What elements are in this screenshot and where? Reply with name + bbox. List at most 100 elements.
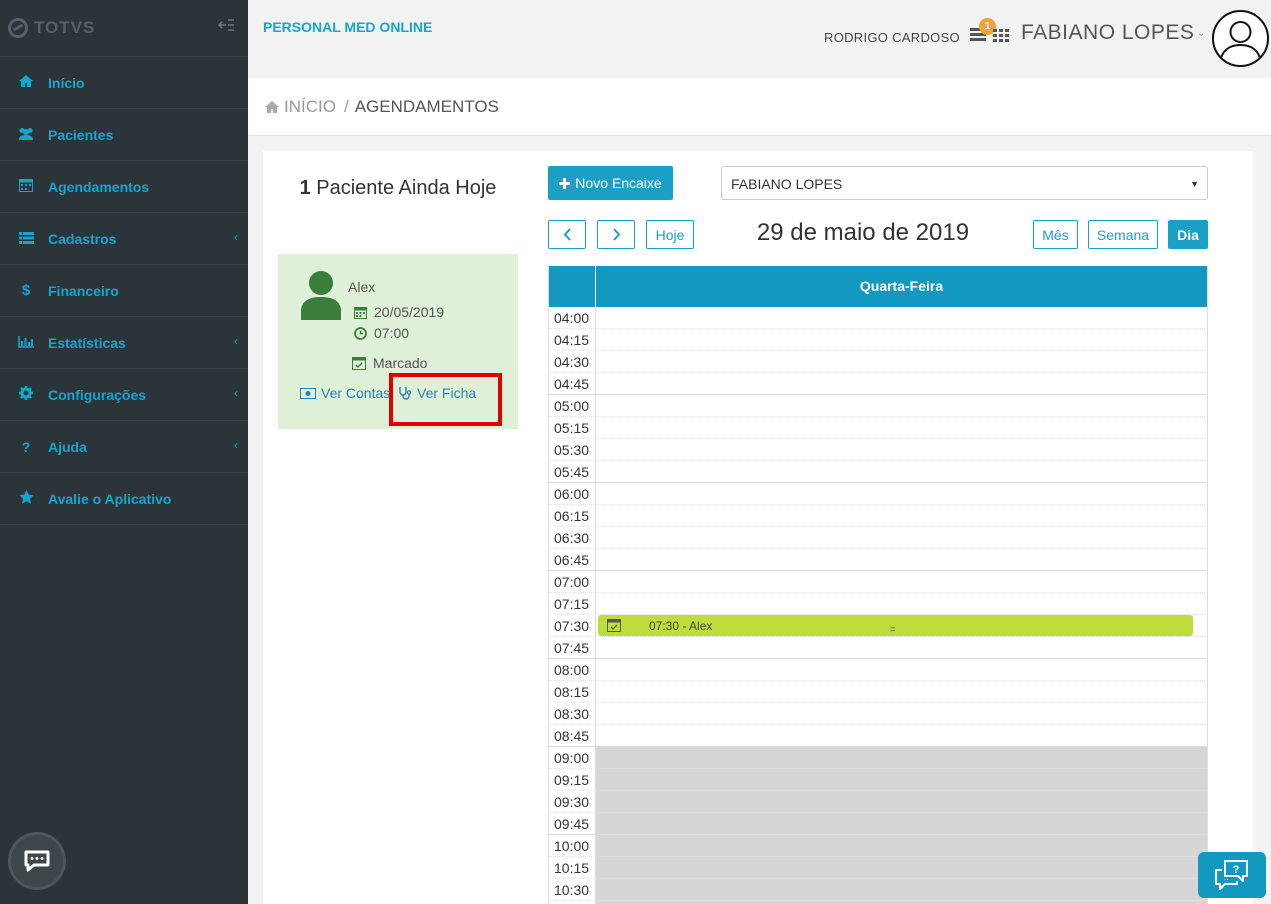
time-slot[interactable]: 05:15 — [549, 417, 1207, 439]
time-slot[interactable]: 09:00 — [549, 747, 1207, 769]
time-slot[interactable]: 05:00 — [549, 395, 1207, 417]
resize-handle[interactable]: = — [890, 624, 895, 634]
slot-cell[interactable] — [596, 329, 1207, 351]
time-slot[interactable]: 08:45 — [549, 725, 1207, 747]
help-chat-icon[interactable]: ?.. — [1198, 852, 1266, 898]
sidebar-item-pacientes[interactable]: Pacientes — [0, 109, 248, 161]
top-bar: PERSONAL MED ONLINE RODRIGO CARDOSO 1 FA… — [248, 0, 1271, 78]
avatar[interactable] — [1212, 10, 1269, 67]
time-slot[interactable]: 06:30 — [549, 527, 1207, 549]
user-menu[interactable]: FABIANO LOPES — [1021, 21, 1194, 45]
slot-cell[interactable] — [596, 307, 1207, 329]
secondary-user-name: RODRIGO CARDOSO — [824, 30, 960, 45]
time-slot[interactable]: 08:00 — [549, 659, 1207, 681]
sidebar-item-label: Cadastros — [48, 230, 117, 247]
new-fit-button[interactable]: Novo Encaixe — [548, 166, 673, 200]
chat-icon[interactable] — [8, 832, 66, 890]
question-icon: ? — [21, 438, 31, 455]
time-slot[interactable]: 09:45 — [549, 813, 1207, 835]
slot-cell[interactable] — [596, 593, 1207, 615]
time-slot[interactable]: 09:30 — [549, 791, 1207, 813]
time-slot[interactable]: 04:45 — [549, 373, 1207, 395]
time-slot[interactable]: 10:15 — [549, 857, 1207, 879]
dropdown-caret-icon: ▼ — [1190, 179, 1199, 189]
time-slot[interactable]: 10:00 — [549, 835, 1207, 857]
plus-icon — [559, 177, 571, 189]
slot-cell[interactable] — [596, 769, 1207, 791]
time-slot[interactable]: 06:15 — [549, 505, 1207, 527]
time-slot[interactable]: 07:00 — [549, 571, 1207, 593]
slot-cell[interactable] — [596, 417, 1207, 439]
view-month-button[interactable]: Mês — [1033, 220, 1078, 249]
slot-cell[interactable] — [596, 351, 1207, 373]
sidebar-item-cadastros[interactable]: Cadastros ‹ — [0, 213, 248, 265]
slot-cell[interactable] — [596, 725, 1207, 747]
chevron-left-icon: ‹ — [234, 438, 238, 452]
slot-cell[interactable] — [596, 857, 1207, 879]
slot-cell[interactable] — [596, 703, 1207, 725]
slot-cell[interactable] — [596, 879, 1207, 901]
slot-cell[interactable] — [596, 483, 1207, 505]
slot-cell[interactable] — [596, 461, 1207, 483]
sidebar-item-agendamentos[interactable]: Agendamentos — [0, 161, 248, 213]
clock-icon — [354, 326, 367, 340]
slot-cell[interactable] — [596, 395, 1207, 417]
view-accounts-link[interactable]: Ver Contas — [300, 385, 390, 401]
slot-cell[interactable] — [596, 791, 1207, 813]
slot-cell[interactable] — [596, 637, 1207, 659]
sidebar-item-inicio[interactable]: Início — [0, 57, 248, 109]
view-week-button[interactable]: Semana — [1088, 220, 1158, 249]
sidebar-item-ajuda[interactable]: ? Ajuda ‹ — [0, 421, 248, 473]
next-button[interactable] — [597, 220, 635, 249]
apps-grid-icon[interactable] — [993, 29, 1009, 47]
sidebar-item-avalie-o-aplicativo[interactable]: Avalie o Aplicativo — [0, 473, 248, 525]
sidebar-item-label: Financeiro — [48, 282, 119, 299]
slot-cell[interactable] — [596, 747, 1207, 769]
slot-cell[interactable] — [596, 813, 1207, 835]
slot-cell[interactable] — [596, 835, 1207, 857]
time-slot[interactable]: 04:15 — [549, 329, 1207, 351]
time-slot[interactable]: 04:00 — [549, 307, 1207, 329]
collapse-sidebar-icon[interactable] — [217, 18, 234, 37]
sidebar-item-label: Avalie o Aplicativo — [48, 490, 172, 507]
time-slot[interactable]: 08:15 — [549, 681, 1207, 703]
slot-cell[interactable] — [596, 439, 1207, 461]
view-day-button[interactable]: Dia — [1168, 220, 1208, 249]
time-slot[interactable]: 10:30 — [549, 879, 1207, 901]
time-slot[interactable]: 07:45 — [549, 637, 1207, 659]
time-label: 10:00 — [549, 835, 596, 857]
time-slot[interactable]: 06:00 — [549, 483, 1207, 505]
slot-cell[interactable] — [596, 373, 1207, 395]
today-button[interactable]: Hoje — [646, 220, 694, 249]
bar-chart-icon — [0, 335, 48, 351]
chevron-down-icon[interactable]: ⌄ — [1197, 28, 1205, 39]
slot-cell[interactable] — [596, 549, 1207, 571]
sidebar-item-label: Agendamentos — [48, 178, 150, 195]
money-icon — [300, 387, 316, 399]
sidebar-item-estatisticas[interactable]: Estatísticas ‹ — [0, 317, 248, 369]
doctor-select[interactable]: FABIANO LOPES ▼ — [721, 166, 1208, 200]
time-slot[interactable]: 04:30 — [549, 351, 1207, 373]
slot-cell[interactable] — [596, 659, 1207, 681]
time-label: 10:30 — [549, 879, 596, 901]
time-label: 05:00 — [549, 395, 596, 417]
time-label: 08:45 — [549, 725, 596, 747]
time-label: 09:30 — [549, 791, 596, 813]
slot-cell[interactable] — [596, 681, 1207, 703]
time-slot[interactable]: 06:45 — [549, 549, 1207, 571]
breadcrumb-home[interactable]: INÍCIO — [264, 97, 336, 117]
time-slot[interactable]: 09:15 — [549, 769, 1207, 791]
time-slot[interactable]: 05:45 — [549, 461, 1207, 483]
time-slot[interactable]: 08:30 — [549, 703, 1207, 725]
appointment-event[interactable]: 07:30 - Alex = — [598, 615, 1193, 636]
sidebar-item-configuracoes[interactable]: Configurações ‹ — [0, 369, 248, 421]
chevron-right-icon — [612, 228, 620, 241]
prev-button[interactable] — [548, 220, 586, 249]
calendar-check-icon — [352, 357, 366, 370]
time-slot[interactable]: 07:15 — [549, 593, 1207, 615]
slot-cell[interactable] — [596, 505, 1207, 527]
slot-cell[interactable] — [596, 527, 1207, 549]
sidebar-item-financeiro[interactable]: $ Financeiro — [0, 265, 248, 317]
time-slot[interactable]: 05:30 — [549, 439, 1207, 461]
slot-cell[interactable] — [596, 571, 1207, 593]
